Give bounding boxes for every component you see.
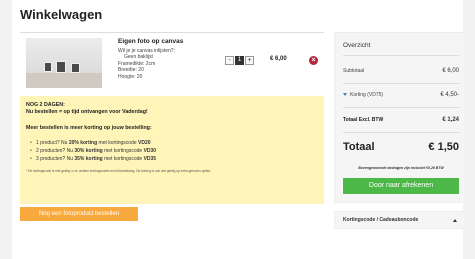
discount-value: € 4,50- [440, 92, 459, 98]
thumbnail-canvas-1 [44, 62, 52, 72]
divider [20, 32, 324, 33]
option-line: Hoogte: 20 [118, 73, 143, 80]
decrease-quantity-button[interactable]: - [225, 56, 234, 65]
product-thumbnail[interactable] [26, 38, 102, 88]
divider [343, 132, 459, 133]
thumbnail-table [26, 73, 102, 88]
page: Winkelwagen Eigen foto op canvas Wil je … [12, 0, 466, 259]
promo-fineprint: * De kortingscode is niet geldig i.c.m. … [26, 169, 211, 173]
excl-vat-label: Totaal Excl. BTW [343, 117, 384, 123]
quantity-value[interactable]: 1 [235, 56, 244, 65]
product-options: Wil je je canvas inlijsten?: Geen baklij… [118, 48, 175, 80]
total-label: Totaal [343, 141, 375, 153]
subtotal-row: Subtotaal € 6,00 [343, 68, 459, 74]
total-value: € 1,50 [428, 141, 459, 153]
promo-tier-list: 1 product? Nu 20% korting met kortingsco… [26, 139, 318, 163]
order-another-product-button[interactable]: Nog een fotoproduct bestellen [20, 207, 138, 221]
discount-label: Korting (VD75) [350, 92, 384, 98]
excl-vat-value: € 1,24 [442, 117, 459, 123]
tier-discount: 30% korting [74, 148, 103, 154]
summary-heading: Overzicht [343, 42, 371, 49]
order-summary: Overzicht Subtotaal € 6,00 Korting (VD75… [334, 32, 466, 203]
tier-code: VD30 [143, 148, 157, 154]
item-price: € 6,00 [270, 56, 287, 62]
increase-quantity-button[interactable]: + [245, 56, 254, 65]
vat-note: Bovengenoemde bedragen zijn inclusief €0… [358, 166, 444, 170]
tier-discount: 35% korting [74, 156, 103, 162]
tier-code: VD35 [143, 156, 157, 162]
divider [343, 55, 459, 56]
thumbnail-canvas-2 [56, 61, 66, 73]
cart-item: Eigen foto op canvas Wil je je canvas in… [20, 36, 324, 92]
tier-discount: 20% korting [68, 140, 98, 146]
promo-heading: Meer bestellen is meer korting op jouw b… [26, 125, 152, 131]
tier-text: 3 producten? Nu [36, 156, 75, 162]
tier-text: met kortingscode [102, 156, 144, 162]
promo-tier: 3 producten? Nu 35% korting met kortings… [30, 155, 318, 163]
tier-text: 2 producten? Nu [36, 148, 75, 154]
coupon-toggle[interactable]: Kortingscode / Cadeauboncode [334, 211, 466, 229]
total-row: Totaal € 1,50 [343, 141, 459, 153]
subtotal-value: € 6,00 [442, 68, 459, 74]
promo-message: Nu bestellen = op tijd ontvangen voor Va… [26, 109, 148, 115]
promo-deadline: NOG 2 DAGEN: [26, 102, 65, 108]
tier-code: VD20 [138, 140, 151, 146]
tier-text: met kortingscode [102, 148, 144, 154]
quantity-stepper: - 1 + [225, 56, 254, 65]
excl-vat-row: Totaal Excl. BTW € 1,24 [343, 117, 459, 123]
divider [343, 107, 459, 108]
tier-text: 1 product? Nu [36, 140, 69, 146]
promo-banner: NOG 2 DAGEN: Nu bestellen = op tijd ontv… [20, 96, 324, 204]
promo-tier: 2 producten? Nu 30% korting met kortings… [30, 147, 318, 155]
divider [343, 83, 459, 84]
tier-text: met kortingscode [97, 140, 139, 146]
thumbnail-canvas-3 [71, 63, 80, 73]
promo-tier: 1 product? Nu 20% korting met kortingsco… [30, 139, 318, 147]
page-title: Winkelwagen [20, 7, 103, 22]
caret-up-icon[interactable] [453, 218, 457, 222]
coupon-label: Kortingscode / Cadeauboncode [343, 217, 419, 223]
close-circle-icon[interactable]: × [309, 56, 318, 65]
triangle-down-icon[interactable] [343, 93, 347, 97]
summary-column: Overzicht Subtotaal € 6,00 Korting (VD75… [334, 32, 466, 232]
checkout-button[interactable]: Door naar afrekenen [343, 178, 459, 194]
discount-row[interactable]: Korting (VD75) € 4,50- [343, 92, 459, 98]
subtotal-label: Subtotaal [343, 68, 365, 74]
product-name[interactable]: Eigen foto op canvas [118, 38, 183, 45]
